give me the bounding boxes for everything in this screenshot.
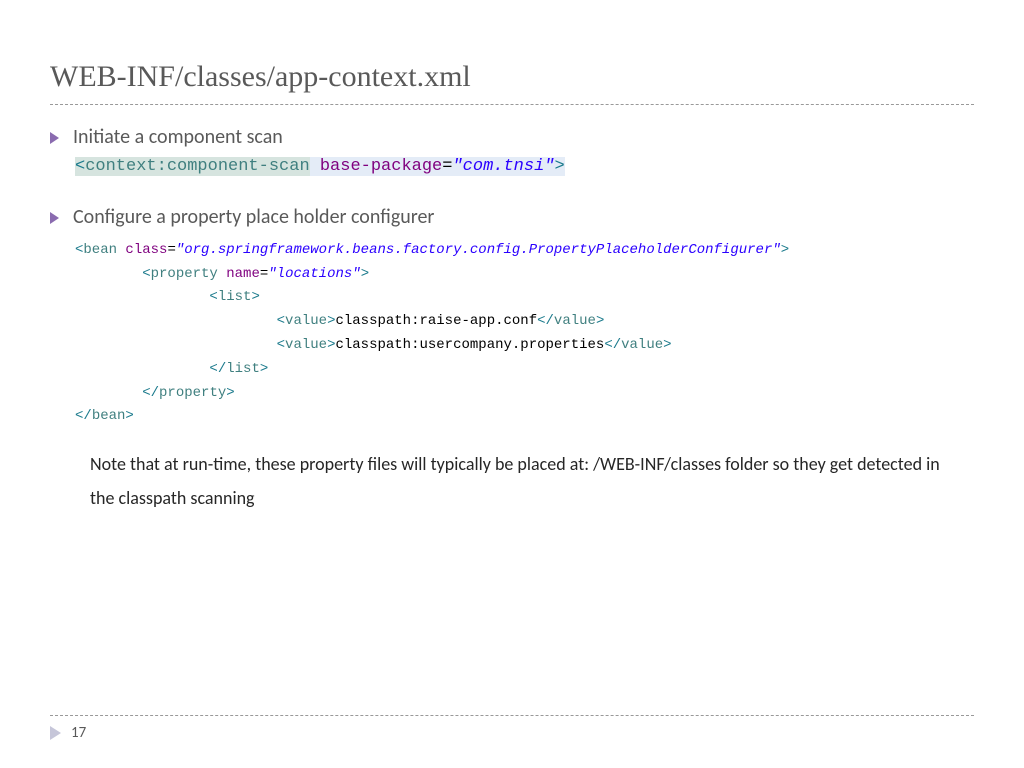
code-token (75, 337, 277, 353)
code-token: > (226, 385, 234, 401)
bullet-2: Configure a property place holder config… (50, 205, 974, 229)
code-token: > (663, 337, 671, 353)
code-token (310, 157, 320, 176)
code-token: < (209, 289, 217, 305)
code-token: value (285, 313, 327, 329)
code-token: > (596, 313, 604, 329)
code-token: bean (83, 242, 117, 258)
code-token: = (442, 157, 452, 176)
code-token: > (251, 289, 259, 305)
triangle-right-icon (50, 212, 59, 224)
note-text: Note that at run-time, these property fi… (90, 447, 944, 515)
code-token (75, 361, 209, 377)
code-token: "locations" (268, 266, 360, 282)
code-snippet-1: <context:component-scan base-package="co… (75, 155, 974, 179)
triangle-right-icon (50, 726, 61, 740)
code-token: = (167, 242, 175, 258)
code-token: name (226, 266, 260, 282)
code-token: < (142, 266, 150, 282)
triangle-right-icon (50, 132, 59, 144)
page-number: 17 (71, 724, 86, 742)
code-token: list (218, 289, 252, 305)
code-token: bean (92, 408, 126, 424)
code-token: "com.tnsi" (452, 157, 554, 176)
code-token: base-package (320, 157, 442, 176)
code-token: property (159, 385, 226, 401)
code-token: </ (75, 408, 92, 424)
slide-title: WEB-INF/classes/app-context.xml (50, 60, 974, 105)
code-token: </ (604, 337, 621, 353)
code-token: </ (142, 385, 159, 401)
code-token: </ (209, 361, 226, 377)
code-token: > (781, 242, 789, 258)
code-token: > (361, 266, 369, 282)
code-token: value (621, 337, 663, 353)
bullet-1: Initiate a component scan (50, 125, 974, 149)
code-token (75, 266, 142, 282)
code-token: "org.springframework.beans.factory.confi… (176, 242, 781, 258)
code-token: class (125, 242, 167, 258)
code-token (75, 313, 277, 329)
code-token: < (277, 337, 285, 353)
code-token: context:component-scan (85, 157, 309, 176)
code-token: < (75, 157, 85, 176)
code-token: value (285, 337, 327, 353)
footer: 17 (50, 715, 974, 742)
bullet-1-text: Initiate a component scan (73, 125, 283, 149)
code-token: value (554, 313, 596, 329)
code-token: > (555, 157, 565, 176)
code-snippet-2: <bean class="org.springframework.beans.f… (75, 239, 974, 429)
code-token: property (151, 266, 218, 282)
code-token (218, 266, 226, 282)
code-token (75, 385, 142, 401)
code-token (75, 289, 209, 305)
code-token: </ (537, 313, 554, 329)
code-token: classpath:usercompany.properties (335, 337, 604, 353)
bullet-2-text: Configure a property place holder config… (73, 205, 434, 229)
code-token: > (260, 361, 268, 377)
code-token: > (125, 408, 133, 424)
code-token: list (226, 361, 260, 377)
code-token: = (260, 266, 268, 282)
code-token: < (277, 313, 285, 329)
code-token: classpath:raise-app.conf (335, 313, 537, 329)
